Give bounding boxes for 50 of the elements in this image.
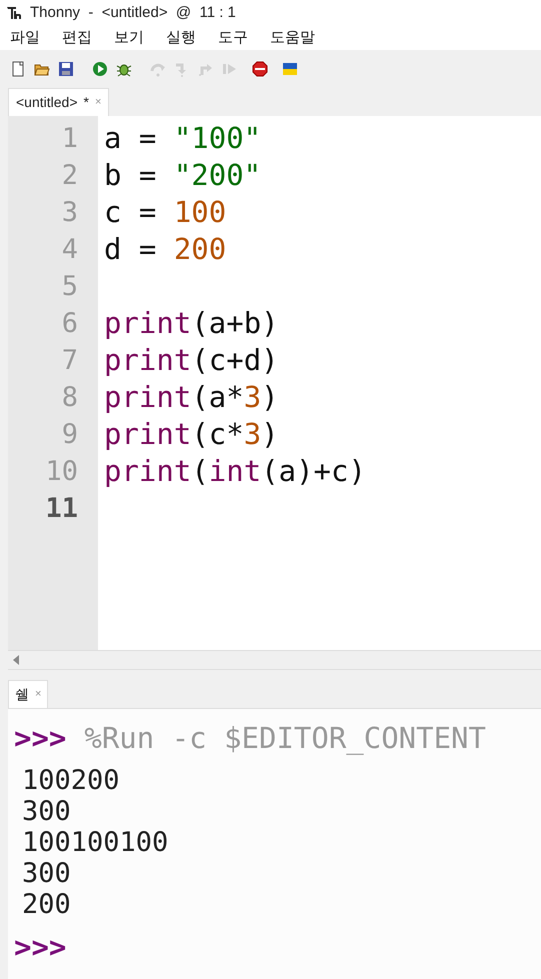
- shell-output: 200: [21, 889, 72, 920]
- line-number: 1: [60, 122, 79, 156]
- save-icon[interactable]: [58, 61, 74, 77]
- line-number: 2: [60, 159, 79, 193]
- tab-label: 쉘: [15, 685, 29, 704]
- editor-tab[interactable]: <untitled> * ×: [8, 88, 110, 116]
- code-editor[interactable]: a = "100" b = "200" c = 100 d = 200 print(a+b) print(c+d) print(a*3) print(c*3) print(int(a)+c): [98, 116, 541, 650]
- menu-item[interactable]: 도구: [218, 26, 248, 50]
- code-line: print(int(a)+c): [104, 453, 367, 490]
- line-number: 5: [60, 270, 79, 304]
- window-title: Thonny - <untitled> @ 11 : 1: [30, 2, 236, 23]
- code-line: b = "200": [104, 157, 262, 194]
- shell-output: 300: [21, 796, 72, 827]
- shell-tab[interactable]: 쉘 ×: [8, 680, 48, 708]
- code-line: print(a*3): [104, 379, 280, 416]
- code-line: d = 200: [104, 231, 228, 268]
- code-line: print(c+d): [104, 342, 280, 379]
- menu-item[interactable]: 파일: [10, 26, 40, 50]
- code-line: print(a+b): [104, 305, 280, 342]
- code-line: a = "100": [104, 120, 262, 157]
- line-number: 6: [60, 307, 79, 341]
- prompt-marker: >>>: [14, 929, 66, 966]
- shell-output: 300: [21, 858, 72, 889]
- scroll-left-icon[interactable]: [12, 655, 20, 665]
- new-file-icon[interactable]: [10, 61, 26, 77]
- shell-output: 100100100: [21, 827, 170, 858]
- modified-mark: *: [84, 93, 89, 112]
- line-number: 11: [44, 492, 79, 526]
- run-icon[interactable]: [92, 61, 108, 77]
- line-number: 9: [60, 418, 79, 452]
- line-number: 10: [44, 455, 79, 489]
- shell-command: %Run -c $EDITOR_CONTENT: [84, 720, 486, 758]
- menu-item[interactable]: 도움말: [270, 26, 315, 50]
- code-line: print(c*3): [104, 416, 280, 453]
- line-number: 7: [60, 344, 79, 378]
- tab-label: <untitled>: [16, 93, 78, 112]
- code-line: c = 100: [104, 194, 228, 231]
- flag-icon[interactable]: [282, 61, 298, 77]
- menu-item[interactable]: 보기: [114, 26, 144, 50]
- line-number: 4: [60, 233, 79, 267]
- prompt-marker: >>>: [14, 720, 66, 758]
- stop-sign-icon[interactable]: [252, 61, 268, 77]
- line-number: 3: [60, 196, 79, 230]
- shell-panel[interactable]: >>> %Run -c $EDITOR_CONTENT 100200 300 100100100 300 200 >>>: [8, 708, 541, 979]
- horizontal-scrollbar[interactable]: [8, 650, 541, 670]
- shell-output: 100200: [21, 765, 121, 796]
- menu-item[interactable]: 실행: [166, 26, 196, 50]
- app-logo-icon: [6, 5, 22, 21]
- menu-item[interactable]: 편집: [62, 26, 92, 50]
- line-number: 8: [60, 381, 79, 415]
